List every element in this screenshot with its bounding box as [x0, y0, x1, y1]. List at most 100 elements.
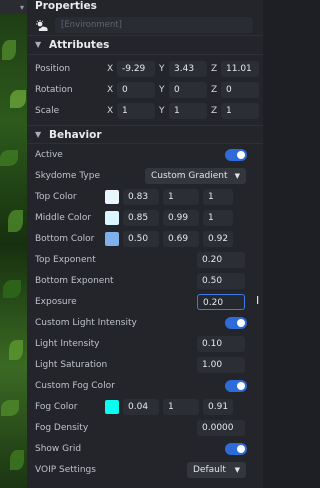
light-intensity-field[interactable]: 0.10 [197, 335, 245, 352]
bottom-exponent-field[interactable]: 0.50 [197, 272, 245, 289]
fog-density-field[interactable]: 0.0000 [197, 419, 245, 436]
custom-light-intensity-toggle[interactable] [225, 316, 247, 329]
middle-color-label: Middle Color [35, 212, 92, 223]
axis-z-label: Z [211, 105, 218, 116]
rotation-y-field[interactable]: 0 [169, 81, 207, 98]
bottom-exponent-label: Bottom Exponent [35, 275, 114, 286]
voip-settings-dropdown[interactable]: Default ▼ [187, 461, 246, 478]
skydome-type-value: Custom Gradient [151, 170, 228, 181]
axis-x-label: X [107, 63, 114, 74]
exposure-label: Exposure [35, 296, 77, 307]
behavior-title: Behavior [49, 128, 102, 141]
position-label: Position [35, 63, 71, 74]
active-toggle[interactable] [225, 148, 247, 161]
skydome-type-row: Skydome Type Custom Gradient ▼ [27, 165, 263, 186]
light-saturation-field[interactable]: 1.00 [197, 356, 245, 373]
top-color-b-field[interactable]: 1 [203, 188, 233, 205]
scale-x-field[interactable]: 1 [117, 102, 155, 119]
custom-fog-color-row: Custom Fog Color [27, 375, 263, 396]
top-color-swatch[interactable] [105, 189, 119, 204]
voip-settings-value: Default [193, 464, 226, 475]
bottom-color-b-field[interactable]: 0.92 [203, 230, 233, 247]
show-grid-toggle[interactable] [225, 442, 247, 455]
top-color-r-field[interactable]: 0.83 [123, 188, 159, 205]
axis-y-label: Y [159, 105, 165, 116]
voip-settings-row: VOIP Settings Default ▼ [27, 459, 263, 480]
sun-cloud-icon [35, 19, 49, 31]
skydome-type-label: Skydome Type [35, 170, 100, 181]
middle-color-g-field[interactable]: 0.99 [163, 209, 199, 226]
rotation-z-field[interactable]: 0 [221, 81, 259, 98]
scale-y-field[interactable]: 1 [169, 102, 207, 119]
environment-row: [Environment] [27, 14, 263, 36]
fog-density-label: Fog Density [35, 422, 89, 433]
fog-color-swatch[interactable] [105, 399, 119, 414]
top-exponent-row: Top Exponent 0.20 [27, 249, 263, 270]
top-color-g-field[interactable]: 1 [163, 188, 199, 205]
axis-y-label: Y [159, 84, 165, 95]
bottom-color-row: Bottom Color 0.50 0.69 0.92 [27, 228, 263, 249]
custom-fog-color-toggle[interactable] [225, 379, 247, 392]
show-grid-row: Show Grid [27, 438, 263, 459]
attributes-title: Attributes [49, 39, 110, 51]
light-intensity-row: Light Intensity 0.10 [27, 333, 263, 354]
environment-name-input[interactable]: [Environment] [55, 16, 253, 33]
axis-z-label: Z [211, 84, 218, 95]
fog-color-r-field[interactable]: 0.04 [123, 398, 159, 415]
axis-z-label: Z [211, 63, 218, 74]
fog-color-row: Fog Color 0.04 1 0.91 [27, 396, 263, 417]
rotation-label: Rotation [35, 84, 73, 95]
chevron-down-icon: ▼ [35, 129, 42, 139]
scene-viewport[interactable]: ▾ [0, 0, 27, 488]
bottom-exponent-row: Bottom Exponent 0.50 [27, 270, 263, 291]
bottom-color-r-field[interactable]: 0.50 [123, 230, 159, 247]
panel-title: Properties [35, 0, 97, 12]
exposure-field[interactable]: 0.20 [197, 293, 245, 310]
caret-down-icon: ▼ [234, 465, 240, 474]
custom-light-intensity-label: Custom Light Intensity [35, 317, 137, 328]
position-y-field[interactable]: 3.43 [169, 60, 207, 77]
middle-color-row: Middle Color 0.85 0.99 1 [27, 207, 263, 228]
position-x-field[interactable]: -9.29 [117, 60, 155, 77]
axis-x-label: X [107, 105, 114, 116]
middle-color-r-field[interactable]: 0.85 [123, 209, 159, 226]
behavior-section-header[interactable]: ▼ Behavior [27, 125, 263, 144]
bottom-color-swatch[interactable] [105, 231, 119, 246]
top-exponent-label: Top Exponent [35, 254, 96, 265]
fog-color-b-field[interactable]: 0.91 [203, 398, 233, 415]
chevron-down-icon: ▼ [35, 40, 42, 49]
axis-y-label: Y [159, 63, 165, 74]
active-row: Active [27, 144, 263, 165]
light-saturation-row: Light Saturation 1.00 [27, 354, 263, 375]
fog-density-row: Fog Density 0.0000 [27, 417, 263, 438]
show-grid-label: Show Grid [35, 443, 82, 454]
bottom-color-label: Bottom Color [35, 233, 95, 244]
light-intensity-label: Light Intensity [35, 338, 100, 349]
text-cursor-icon: I [256, 294, 260, 307]
exposure-row: Exposure 0.20 I [27, 291, 263, 312]
dropdown-caret-icon[interactable]: ▾ [20, 3, 24, 12]
properties-panel: Properties [Environment] ▼ Attributes Po… [27, 0, 263, 488]
rotation-x-field[interactable]: 0 [117, 81, 155, 98]
middle-color-swatch[interactable] [105, 210, 119, 225]
axis-x-label: X [107, 84, 114, 95]
top-color-label: Top Color [35, 191, 77, 202]
viewport-toolbar: ▾ [0, 0, 27, 14]
fog-color-g-field[interactable]: 1 [163, 398, 199, 415]
rotation-row: Rotation X 0 Y 0 Z 0 [27, 79, 263, 100]
position-row: Position X -9.29 Y 3.43 Z 11.01 [27, 58, 263, 79]
attributes-section-header[interactable]: ▼ Attributes [27, 36, 263, 55]
custom-light-intensity-row: Custom Light Intensity [27, 312, 263, 333]
caret-down-icon: ▼ [234, 171, 240, 180]
custom-fog-color-label: Custom Fog Color [35, 380, 115, 391]
bottom-color-g-field[interactable]: 0.69 [163, 230, 199, 247]
top-exponent-field[interactable]: 0.20 [197, 251, 245, 268]
active-label: Active [35, 149, 63, 160]
scale-z-field[interactable]: 1 [221, 102, 259, 119]
top-color-row: Top Color 0.83 1 1 [27, 186, 263, 207]
fog-color-label: Fog Color [35, 401, 78, 412]
skydome-type-dropdown[interactable]: Custom Gradient ▼ [145, 167, 246, 184]
middle-color-b-field[interactable]: 1 [203, 209, 233, 226]
position-z-field[interactable]: 11.01 [221, 60, 259, 77]
voip-settings-label: VOIP Settings [35, 464, 96, 475]
